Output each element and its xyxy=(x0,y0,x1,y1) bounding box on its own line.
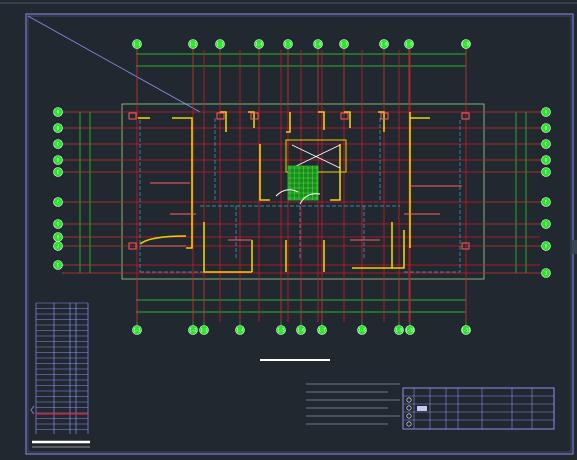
svg-text:1-7: 1-7 xyxy=(318,328,326,333)
svg-text:1-7: 1-7 xyxy=(340,42,348,47)
axis-marker-right: A xyxy=(541,107,551,117)
axis-marker-right: C xyxy=(541,139,551,149)
axis-marker-right: H xyxy=(541,241,551,251)
svg-text:1-9: 1-9 xyxy=(405,42,413,47)
axis-marker-left: K xyxy=(53,260,63,270)
axis-marker-left: A xyxy=(53,107,63,117)
svg-text:1-3: 1-3 xyxy=(216,42,224,47)
svg-text:1-5: 1-5 xyxy=(277,328,285,333)
axis-marker-top: 1-2 xyxy=(188,39,198,49)
axis-marker-right: D xyxy=(541,155,551,165)
svg-text:1-2: 1-2 xyxy=(189,328,197,333)
scrollbar-thumb[interactable] xyxy=(572,240,577,254)
axis-marker-left: G xyxy=(53,219,63,229)
svg-text:1-6: 1-6 xyxy=(297,328,305,333)
floor-plan-drawing[interactable]: 1-1 1-2 1-3 1-4 1-5 1-6 1-7 1-8 1-9 1-101-1 1-2 1-3… xyxy=(0,0,577,456)
svg-text:1-1: 1-1 xyxy=(133,42,141,47)
axis-marker-bottom: 1-9 xyxy=(394,325,404,335)
axis-marker-bottom: 1-3 xyxy=(199,325,209,335)
axis-marker-left: H xyxy=(53,232,63,242)
svg-text:1-5: 1-5 xyxy=(284,42,292,47)
axis-marker-left: C xyxy=(53,139,63,149)
axis-marker-right: J xyxy=(541,268,551,278)
svg-text:J: J xyxy=(545,271,547,276)
axis-marker-top: 1-8 xyxy=(379,39,389,49)
svg-text:1-11: 1-11 xyxy=(461,328,471,333)
axis-marker-top: 1-6 xyxy=(313,39,323,49)
axis-marker-left: B xyxy=(53,123,63,133)
svg-text:1-9: 1-9 xyxy=(395,328,403,333)
axis-marker-bottom: 1-8 xyxy=(357,325,367,335)
svg-text:1-3: 1-3 xyxy=(200,328,208,333)
svg-text:1-4: 1-4 xyxy=(255,42,263,47)
axis-marker-left: E xyxy=(53,167,63,177)
axis-marker-right: B xyxy=(541,123,551,133)
svg-text:1-1: 1-1 xyxy=(133,328,141,333)
svg-text:1-8: 1-8 xyxy=(358,328,366,333)
axis-marker-bottom: 1-6 xyxy=(296,325,306,335)
svg-text:1-10: 1-10 xyxy=(405,328,415,333)
axis-marker-right: F xyxy=(541,197,551,207)
axis-marker-right: E xyxy=(541,167,551,177)
axis-marker-top: 1-7 xyxy=(339,39,349,49)
svg-text:1-6: 1-6 xyxy=(314,42,322,47)
axis-marker-bottom: 1-5 xyxy=(276,325,286,335)
axis-marker-bottom: 1-1 xyxy=(132,325,142,335)
axis-marker-top: 1-4 xyxy=(254,39,264,49)
axis-marker-right: G xyxy=(541,219,551,229)
axis-marker-left: F xyxy=(53,197,63,207)
cad-drawing-canvas[interactable]: 1-1 1-2 1-3 1-4 1-5 1-6 1-7 1-8 1-9 1-10 1-1 1-2 1-3… xyxy=(0,0,577,456)
svg-text:1-2: 1-2 xyxy=(189,42,197,47)
svg-text:1-10: 1-10 xyxy=(461,42,471,47)
axis-marker-top: 1-1 xyxy=(132,39,142,49)
axis-marker-top: 1-5 xyxy=(283,39,293,49)
axis-marker-top: 1-3 xyxy=(215,39,225,49)
axis-marker-bottom: 1-2 xyxy=(188,325,198,335)
axis-marker-bottom: 1-4 xyxy=(235,325,245,335)
axis-marker-left: J xyxy=(53,241,63,251)
axis-marker-top: 1-9 xyxy=(404,39,414,49)
title-block-highlight xyxy=(417,406,427,411)
svg-text:J: J xyxy=(57,244,59,249)
axis-marker-bottom: 1-7 xyxy=(317,325,327,335)
axis-marker-left: D xyxy=(53,155,63,165)
svg-text:1-8: 1-8 xyxy=(380,42,388,47)
svg-text:1-4: 1-4 xyxy=(236,328,244,333)
